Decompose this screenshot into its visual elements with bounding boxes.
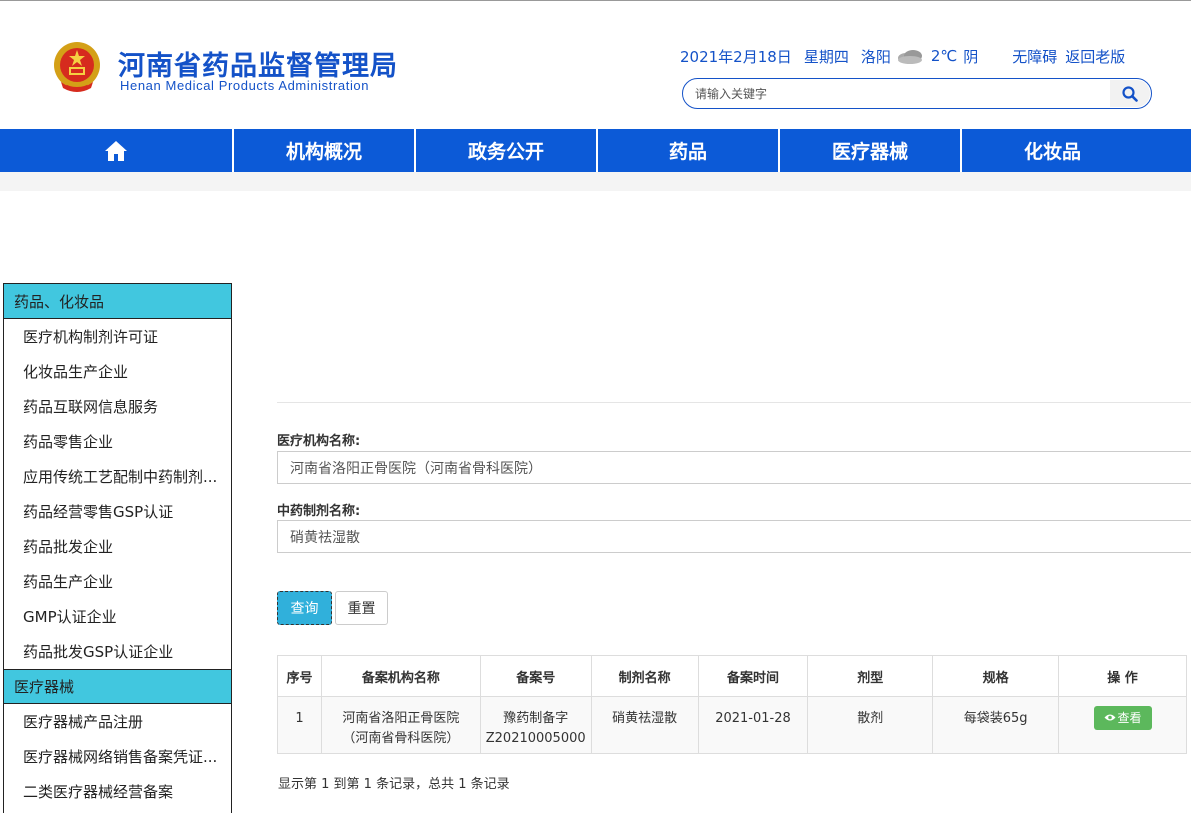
- prep-name-label: 中药制剂名称:: [277, 504, 361, 519]
- temperature-text: 2℃: [930, 47, 958, 65]
- national-emblem-icon: [54, 42, 100, 92]
- nav-cosmetics[interactable]: 化妆品: [962, 129, 1143, 172]
- sidebar-item[interactable]: 应用传统工艺配制中药制剂...: [4, 459, 231, 494]
- content-divider: [277, 402, 1191, 403]
- weekday-text: 星期四: [803, 47, 849, 66]
- sidebar-section-drugs-cosmetics[interactable]: 药品、化妆品: [4, 284, 231, 319]
- col-header: 备案时间: [697, 655, 809, 697]
- cell-record-line2: Z20210005000: [485, 731, 586, 746]
- cell-org-line2: （河南省骨科医院）: [342, 731, 460, 746]
- search-box: [682, 78, 1152, 109]
- cell-prep-name: 硝黄祛湿散: [590, 696, 699, 754]
- home-icon: [105, 140, 127, 161]
- table-header-row: 序号 备案机构名称 备案号 制剂名称 备案时间 剂型 规格 操 作: [277, 655, 1187, 697]
- sidebar: 药品、化妆品 医疗机构制剂许可证 化妆品生产企业 药品互联网信息服务 药品零售企…: [3, 283, 232, 813]
- old-version-link[interactable]: 返回老版: [1065, 46, 1125, 67]
- grey-strip: [0, 172, 1191, 191]
- cell-spec: 每袋装65g: [932, 696, 1060, 754]
- cell-record-line1: 豫药制备字: [503, 711, 569, 726]
- nav-drugs[interactable]: 药品: [598, 129, 780, 172]
- query-button[interactable]: 查询: [277, 591, 332, 625]
- top-border: [0, 0, 1191, 3]
- col-header: 剂型: [807, 655, 934, 697]
- sidebar-item[interactable]: 药品批发企业: [4, 529, 231, 564]
- cell-org: 河南省洛阳正骨医院 （河南省骨科医院）: [320, 696, 481, 754]
- eye-icon: [1104, 714, 1115, 721]
- sidebar-item[interactable]: 医疗器械网络销售备案凭证...: [4, 739, 231, 774]
- cell-form: 散剂: [807, 696, 934, 754]
- sidebar-item[interactable]: 医疗器械产品注册: [4, 704, 231, 739]
- cell-date: 2021-01-28: [697, 696, 809, 754]
- city-text: 洛阳: [860, 47, 891, 66]
- nav-institution-overview[interactable]: 机构概况: [234, 129, 416, 172]
- cell-action: 查看: [1058, 696, 1187, 754]
- table-row: 1 河南省洛阳正骨医院 （河南省骨科医院） 豫药制备字 Z20210005000…: [277, 696, 1187, 754]
- sidebar-item[interactable]: 药品零售企业: [4, 424, 231, 459]
- nav-government-affairs[interactable]: 政务公开: [416, 129, 598, 172]
- view-button-label: 查看: [1117, 710, 1142, 725]
- col-header: 操 作: [1058, 655, 1187, 697]
- sidebar-item[interactable]: 化妆品生产企业: [4, 354, 231, 389]
- org-name-label: 医疗机构名称:: [277, 434, 361, 449]
- search-button[interactable]: [1110, 80, 1150, 107]
- result-table: 序号 备案机构名称 备案号 制剂名称 备案时间 剂型 规格 操 作 1 河南省洛…: [277, 655, 1187, 754]
- site-header: 河南省药品监督管理局 Henan Medical Products Admini…: [0, 4, 1191, 128]
- sidebar-item[interactable]: 药品生产企业: [4, 564, 231, 599]
- cell-no: 1: [277, 696, 322, 754]
- sidebar-item[interactable]: GMP认证企业: [4, 599, 231, 634]
- sidebar-item[interactable]: 药品批发GSP认证企业: [4, 634, 231, 669]
- col-header: 备案机构名称: [320, 655, 481, 697]
- reset-button[interactable]: 重置: [335, 591, 388, 625]
- site-subtitle: Henan Medical Products Administration: [120, 78, 370, 93]
- weather-text: 阴: [963, 47, 979, 66]
- col-header: 备案号: [479, 655, 592, 697]
- search-input[interactable]: [695, 84, 1105, 104]
- cell-record-no: 豫药制备字 Z20210005000: [479, 696, 592, 754]
- accessibility-link[interactable]: 无障碍: [1012, 46, 1057, 67]
- col-header: 规格: [932, 655, 1060, 697]
- main-nav: 机构概况 政务公开 药品 医疗器械 化妆品: [0, 129, 1191, 172]
- org-name-input[interactable]: 河南省洛阳正骨医院（河南省骨科医院）: [277, 451, 1191, 484]
- sidebar-item[interactable]: 二类医疗器械经营备案: [4, 774, 231, 809]
- col-header: 制剂名称: [590, 655, 699, 697]
- table-summary: 显示第 1 到第 1 条记录，总共 1 条记录: [278, 777, 510, 792]
- sidebar-item[interactable]: 药品互联网信息服务: [4, 389, 231, 424]
- nav-medical-devices[interactable]: 医疗器械: [780, 129, 962, 172]
- info-bar: 2021年2月18日 星期四 洛阳 2℃ 阴 无障碍 返回老版: [680, 45, 1133, 67]
- search-icon: [1122, 85, 1138, 102]
- sidebar-section-medical-devices[interactable]: 医疗器械: [4, 669, 231, 704]
- date-text: 2021年2月18日: [680, 47, 792, 66]
- cloudy-weather-icon: [897, 50, 922, 64]
- nav-home[interactable]: [0, 129, 234, 172]
- sidebar-item[interactable]: 药品经营零售GSP认证: [4, 494, 231, 529]
- col-header: 序号: [277, 655, 322, 697]
- cell-org-line1: 河南省洛阳正骨医院: [342, 711, 460, 726]
- view-button[interactable]: 查看: [1093, 705, 1152, 730]
- prep-name-input[interactable]: 硝黄祛湿散: [277, 520, 1191, 553]
- sidebar-item[interactable]: 医疗机构制剂许可证: [4, 319, 231, 354]
